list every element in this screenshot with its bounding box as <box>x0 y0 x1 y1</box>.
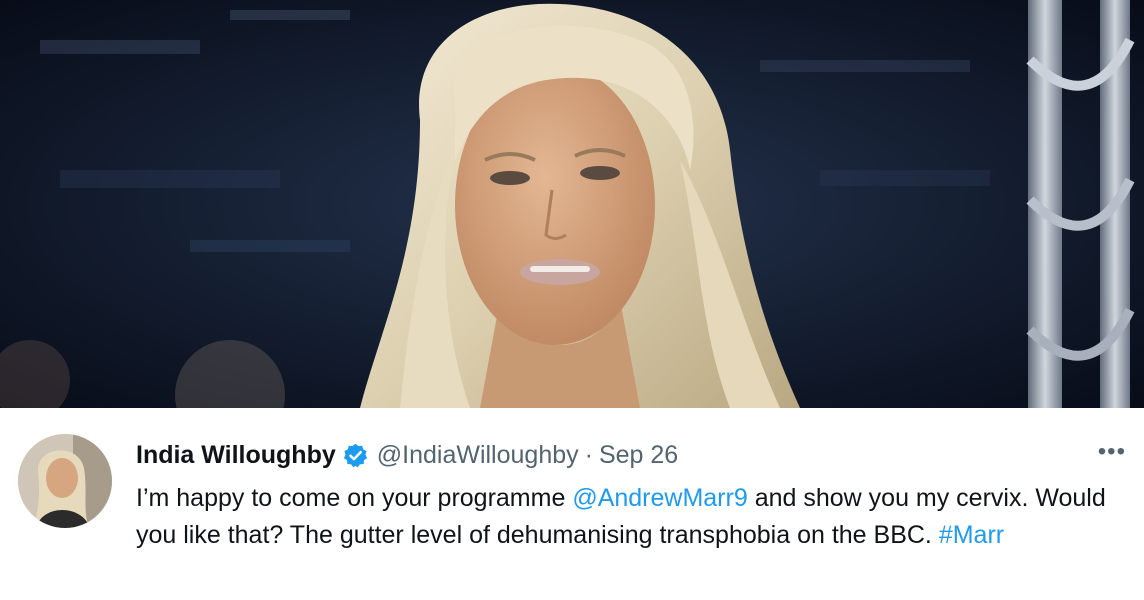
verified-badge-icon <box>342 442 369 469</box>
tweet-date[interactable]: Sep 26 <box>599 441 678 470</box>
tweet-card[interactable]: India Willoughby @IndiaWilloughby · Sep … <box>0 408 1144 600</box>
separator-dot: · <box>584 440 593 469</box>
mention-link[interactable]: @AndrewMarr9 <box>572 484 747 512</box>
author-name[interactable]: India Willoughby <box>136 441 336 470</box>
hashtag-link[interactable]: #Marr <box>939 521 1004 549</box>
avatar[interactable] <box>18 434 112 528</box>
tweet-text-part1: I’m happy to come on your programme <box>136 484 573 512</box>
tweet-text: I’m happy to come on your programme @And… <box>136 480 1116 553</box>
blonde-woman-photo <box>0 0 1144 408</box>
more-horizontal-icon[interactable]: ••• <box>1098 438 1126 466</box>
author-handle[interactable]: @IndiaWilloughby <box>377 441 579 470</box>
tweet-media-image[interactable] <box>0 0 1144 408</box>
tweet-header: India Willoughby @IndiaWilloughby · Sep … <box>136 438 678 472</box>
